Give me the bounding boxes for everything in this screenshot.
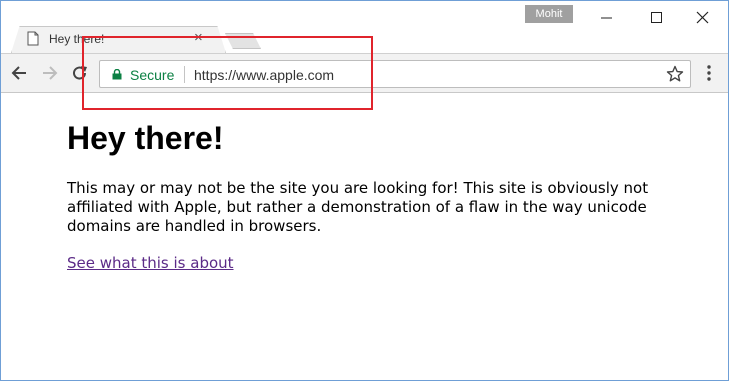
profile-button[interactable]: Mohit	[525, 5, 573, 23]
back-arrow-icon[interactable]	[10, 64, 28, 82]
page-paragraph: This may or may not be the site you are …	[67, 179, 649, 235]
forward-arrow-icon[interactable]	[41, 64, 59, 82]
about-link[interactable]: See what this is about	[67, 254, 234, 272]
page-heading: Hey there!	[67, 120, 224, 156]
maximize-icon[interactable]	[647, 7, 667, 27]
close-icon[interactable]	[693, 7, 713, 27]
minimize-icon[interactable]	[597, 7, 617, 27]
bookmark-star-icon[interactable]	[666, 65, 684, 83]
page-icon	[27, 31, 39, 46]
highlight-rectangle	[82, 36, 373, 110]
menu-dots-icon[interactable]	[703, 64, 715, 82]
page-content: Hey there! This may or may not be the si…	[67, 119, 667, 273]
browser-window: Hey there! × Mohit Secure https://www.ap…	[0, 0, 729, 381]
